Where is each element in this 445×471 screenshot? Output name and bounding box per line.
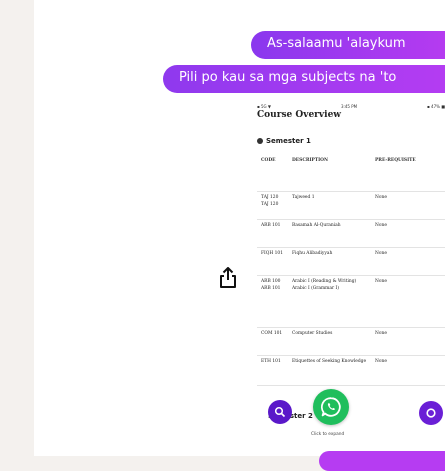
- table-cell: Etiquettes of Seeking Knowledge: [288, 355, 371, 386]
- share-button[interactable]: [214, 264, 242, 292]
- course-overview-screenshot[interactable]: ▪ 5G ▼ 3:45 PM ▪ 47% ■ Course Overview S…: [252, 101, 445, 431]
- phone-status-bar: ▪ 5G ▼ 3:45 PM ▪ 47% ■: [257, 104, 445, 109]
- table-cell: ARB 101: [257, 219, 288, 248]
- chat-icon: [426, 408, 436, 418]
- table-cell: None: [371, 219, 445, 248]
- table-cell: Arabic I (Reading & Writing) Arabic I (G…: [288, 275, 371, 328]
- table-row: COM 101 Computer Studies None: [257, 327, 445, 356]
- table-row: ARB 101 Basamah Al-Quraniah None: [257, 219, 445, 248]
- share-icon: [220, 267, 236, 288]
- table-cell: None: [371, 327, 445, 356]
- status-time: 3:45 PM: [340, 104, 358, 109]
- table-cell: COM 101: [257, 327, 288, 356]
- status-signal: ▪ 5G ▼: [257, 104, 271, 109]
- zoom-button[interactable]: [268, 400, 292, 424]
- table-cell: None: [371, 247, 445, 276]
- doc-title: Course Overview: [257, 110, 342, 120]
- table-cell: None: [371, 191, 445, 220]
- message-bubble-question[interactable]: Pili po kau sa mga subjects na 'to: [163, 65, 445, 93]
- semester-label: Semester 1: [266, 137, 311, 145]
- column-header: CODE: [257, 155, 288, 192]
- semester-heading: Semester 1: [257, 137, 311, 145]
- message-bubble-partial[interactable]: [319, 451, 445, 471]
- table-row: ETH 101 Etiquettes of Seeking Knowledge …: [257, 355, 445, 386]
- chat-button[interactable]: [419, 401, 443, 425]
- course-table: CODE DESCRIPTION PRE-REQUISITE TAJ 120 T…: [257, 155, 445, 386]
- column-header: PRE-REQUISITE: [371, 155, 445, 192]
- zoom-icon: [274, 406, 286, 418]
- expand-hint: Click to expand: [311, 432, 345, 437]
- table-cell: ETH 101: [257, 355, 288, 386]
- table-cell: TAJ 120 TAJ 120: [257, 191, 288, 220]
- gear-icon: [257, 138, 263, 144]
- column-header: DESCRIPTION: [288, 155, 371, 192]
- table-cell: Computer Studies: [288, 327, 371, 356]
- table-cell: Fiqhu Alibadiyyah: [288, 247, 371, 276]
- whatsapp-icon: [320, 397, 341, 417]
- table-header-row: CODE DESCRIPTION PRE-REQUISITE: [257, 155, 445, 192]
- table-cell: ARB 100 ARB 101: [257, 275, 288, 328]
- table-cell: Basamah Al-Quraniah: [288, 219, 371, 248]
- message-bubble-greeting[interactable]: As-salaamu 'alaykum: [251, 31, 445, 59]
- table-cell: None: [371, 355, 445, 386]
- table-cell: Tajweed 1: [288, 191, 371, 220]
- table-cell: FIQH 101: [257, 247, 288, 276]
- table-cell: None: [371, 275, 445, 328]
- table-row: FIQH 101 Fiqhu Alibadiyyah None: [257, 247, 445, 276]
- table-row: ARB 100 ARB 101 Arabic I (Reading & Writ…: [257, 275, 445, 328]
- whatsapp-button[interactable]: [313, 389, 349, 425]
- status-battery: ▪ 47% ■: [427, 104, 445, 109]
- table-row: TAJ 120 TAJ 120 Tajweed 1 None: [257, 191, 445, 220]
